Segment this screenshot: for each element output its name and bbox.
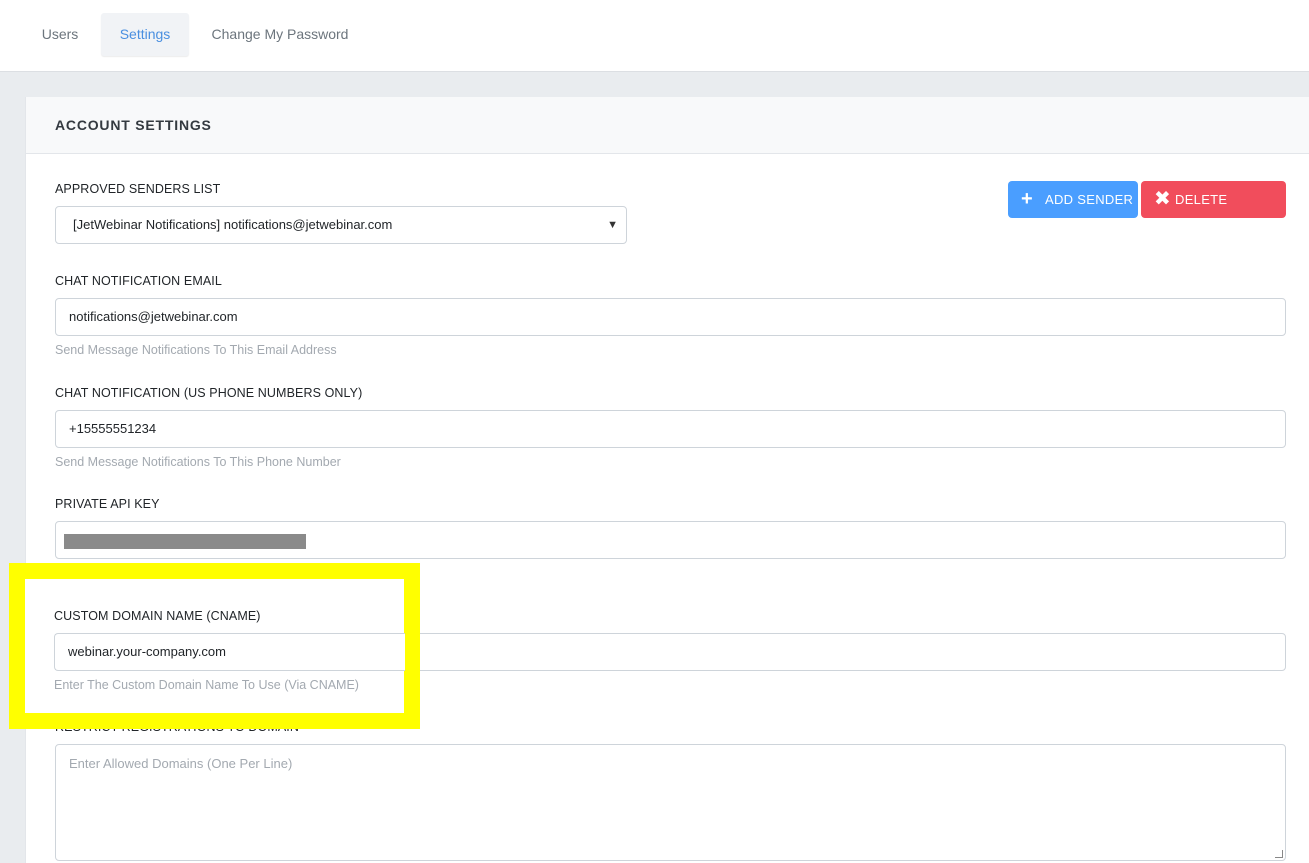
api-key-label: PRIVATE API KEY [55, 497, 160, 511]
restrict-domain-textarea[interactable]: Enter Allowed Domains (One Per Line) [55, 744, 1286, 861]
chat-email-field[interactable]: notifications@jetwebinar.com [55, 298, 1286, 336]
add-sender-button[interactable]: + ADD SENDER [1008, 181, 1138, 218]
approved-senders-label: APPROVED SENDERS LIST [55, 182, 221, 196]
approved-senders-selected: [JetWebinar Notifications] notifications… [73, 217, 393, 232]
chat-email-help: Send Message Notifications To This Email… [55, 343, 337, 357]
redacted-api-key [64, 534, 306, 549]
chat-phone-field[interactable]: +15555551234 [55, 410, 1286, 448]
custom-domain-help: Enter The Custom Domain Name To Use (Via… [54, 678, 359, 692]
tab-settings[interactable]: Settings [101, 13, 189, 56]
account-settings-card: ACCOUNT SETTINGS APPROVED SENDERS LIST [… [25, 97, 1309, 863]
card-title: ACCOUNT SETTINGS [55, 117, 212, 133]
api-key-field[interactable] [55, 521, 1286, 559]
chevron-down-icon: ▼ [607, 219, 618, 231]
delete-sender-button[interactable]: ✖ DELETE SENDER [1141, 181, 1286, 244]
approved-senders-select[interactable]: [JetWebinar Notifications] notifications… [55, 206, 627, 244]
top-nav: Users Settings Change My Password [0, 0, 1309, 72]
custom-domain-input[interactable]: webinar.your-company.com [54, 633, 405, 671]
chat-email-label: CHAT NOTIFICATION EMAIL [55, 274, 222, 288]
tab-users[interactable]: Users [30, 13, 90, 56]
close-icon: ✖ [1154, 188, 1172, 210]
restrict-domain-placeholder: Enter Allowed Domains (One Per Line) [69, 756, 293, 771]
card-header: ACCOUNT SETTINGS [26, 97, 1309, 154]
add-sender-label: ADD SENDER [1045, 192, 1134, 207]
custom-domain-label: CUSTOM DOMAIN NAME (CNAME) [54, 609, 261, 623]
tab-change-password[interactable]: Change My Password [200, 13, 360, 56]
chat-phone-label: CHAT NOTIFICATION (US PHONE NUMBERS ONLY… [55, 386, 363, 400]
plus-icon: + [1021, 188, 1033, 210]
chat-phone-help: Send Message Notifications To This Phone… [55, 455, 341, 469]
delete-sender-label: DELETE SENDER [1175, 192, 1231, 244]
resize-handle[interactable] [1275, 850, 1283, 858]
